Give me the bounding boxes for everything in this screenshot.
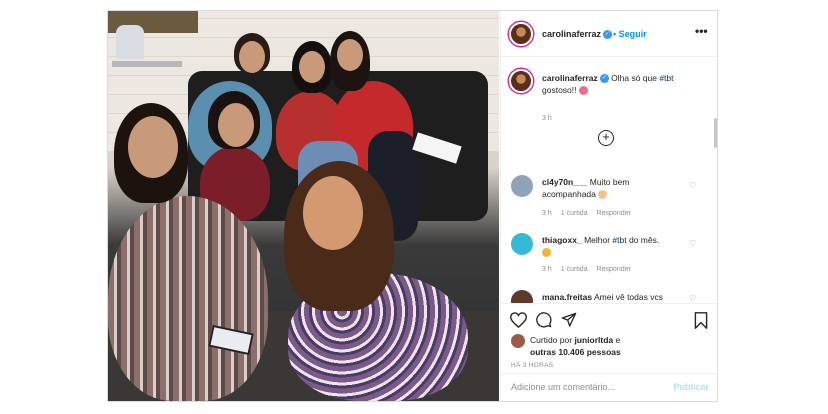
instagram-post: carolinaferraz ✓ • Seguir ••• carolinafer… bbox=[107, 10, 719, 402]
comment-username[interactable]: cl4y70n___ bbox=[542, 177, 587, 187]
photo-face bbox=[337, 39, 363, 71]
caption-hashtag[interactable]: #tbt bbox=[659, 73, 673, 83]
follow-label[interactable]: Seguir bbox=[619, 29, 647, 39]
comments-scrollbar[interactable] bbox=[714, 118, 717, 148]
caption-username[interactable]: carolinaferraz bbox=[542, 73, 598, 83]
comment-meta: 3 h 1 curtida Responder bbox=[542, 210, 640, 217]
comment-username[interactable]: thiagoxx_ bbox=[542, 235, 582, 245]
more-options-icon[interactable]: ••• bbox=[695, 24, 708, 38]
comment-like-heart-icon[interactable]: ♡ bbox=[689, 239, 696, 248]
load-more-comments-button[interactable]: + bbox=[598, 130, 614, 146]
publish-button[interactable]: Publicar bbox=[673, 382, 709, 392]
photo-face bbox=[218, 103, 254, 147]
liked-prefix: Curtido por bbox=[530, 335, 573, 345]
author-username[interactable]: carolinaferraz ✓ bbox=[542, 29, 613, 40]
caption-body: Olha só que bbox=[611, 73, 660, 83]
liked-mid: e bbox=[613, 335, 621, 345]
heart-eyes-emoji-icon bbox=[542, 248, 551, 258]
comment-body-end: do mês. bbox=[626, 235, 660, 245]
add-comment-bar: Adicione um comentário... Publicar bbox=[501, 373, 719, 401]
comment-icon[interactable] bbox=[536, 312, 552, 328]
comment-meta: 3 h 1 curtida Responder bbox=[542, 266, 640, 273]
comment-reply-button[interactable]: Responder bbox=[597, 266, 631, 273]
heart-icon[interactable] bbox=[510, 312, 527, 328]
comment-likes[interactable]: 1 curtida bbox=[561, 210, 588, 217]
comments-list[interactable]: carolinaferraz ✓ Olha só que #tbt gostoso… bbox=[501, 58, 719, 303]
comment-time: 3 h bbox=[542, 210, 552, 217]
author-avatar[interactable] bbox=[509, 22, 533, 46]
hand-emoji-icon bbox=[598, 190, 608, 200]
liked-username[interactable]: juniorltda bbox=[574, 335, 613, 345]
likes-summary[interactable]: Curtido por juniorltda e outras 10.406 p… bbox=[530, 334, 710, 358]
kiss-emoji-icon bbox=[578, 86, 588, 96]
comment-like-heart-icon[interactable]: ♡ bbox=[689, 294, 696, 303]
post-actions: Curtido por juniorltda e outras 10.406 p… bbox=[501, 303, 719, 373]
comment-avatar[interactable] bbox=[511, 175, 533, 197]
photo-person-front-left bbox=[108, 196, 268, 401]
post-timestamp[interactable]: HÁ 3 HORAS bbox=[511, 362, 553, 369]
comment-time: 3 h bbox=[542, 266, 552, 273]
photo-shelf bbox=[112, 61, 182, 67]
photo-iron bbox=[116, 25, 144, 59]
liked-others[interactable]: outras 10.406 pessoas bbox=[530, 347, 621, 357]
photo-face bbox=[239, 41, 265, 73]
post-side-panel: carolinaferraz ✓ • Seguir ••• carolinafer… bbox=[500, 11, 719, 401]
caption-time: 3 h bbox=[542, 115, 552, 122]
author-username-text[interactable]: carolinaferraz bbox=[542, 29, 601, 39]
caption-body-end: gostoso!! bbox=[542, 85, 577, 95]
comment-avatar[interactable] bbox=[511, 233, 533, 255]
caption-meta: 3 h bbox=[542, 115, 561, 122]
comment-hashtag[interactable]: #tbt bbox=[612, 235, 626, 245]
photo-face bbox=[299, 51, 325, 83]
bookmark-icon[interactable] bbox=[694, 312, 708, 329]
comment-reply-button[interactable]: Responder bbox=[597, 210, 631, 217]
caption-avatar[interactable] bbox=[509, 69, 533, 93]
comment-text: thiagoxx_ Melhor #tbt do mês. bbox=[542, 234, 682, 258]
comment-text: cl4y70n___ Muito bem acompanhada bbox=[542, 176, 682, 200]
post-header: carolinaferraz ✓ • Seguir ••• bbox=[501, 11, 719, 57]
liker-avatar[interactable] bbox=[511, 334, 525, 348]
photo-face bbox=[303, 176, 363, 250]
caption-text: carolinaferraz ✓ Olha só que #tbt gostoso… bbox=[542, 72, 702, 96]
comment-username[interactable]: mana.freitas bbox=[542, 292, 592, 302]
share-icon[interactable] bbox=[561, 312, 577, 328]
follow-button[interactable]: • Seguir bbox=[613, 29, 647, 39]
add-comment-input[interactable]: Adicione um comentário... bbox=[511, 382, 615, 392]
post-photo[interactable] bbox=[108, 11, 499, 401]
verified-badge-icon: ✓ bbox=[603, 30, 613, 40]
comment-body: Amei vê todas vcs bbox=[594, 292, 663, 302]
comment-avatar[interactable] bbox=[511, 290, 533, 303]
verified-badge-icon: ✓ bbox=[599, 74, 609, 84]
comment-text: mana.freitas Amei vê todas vcs bbox=[542, 291, 682, 303]
comment-likes[interactable]: 1 curtida bbox=[561, 266, 588, 273]
comment-like-heart-icon[interactable]: ♡ bbox=[689, 181, 696, 190]
photo-face bbox=[128, 116, 178, 178]
comment-body: Melhor bbox=[584, 235, 613, 245]
